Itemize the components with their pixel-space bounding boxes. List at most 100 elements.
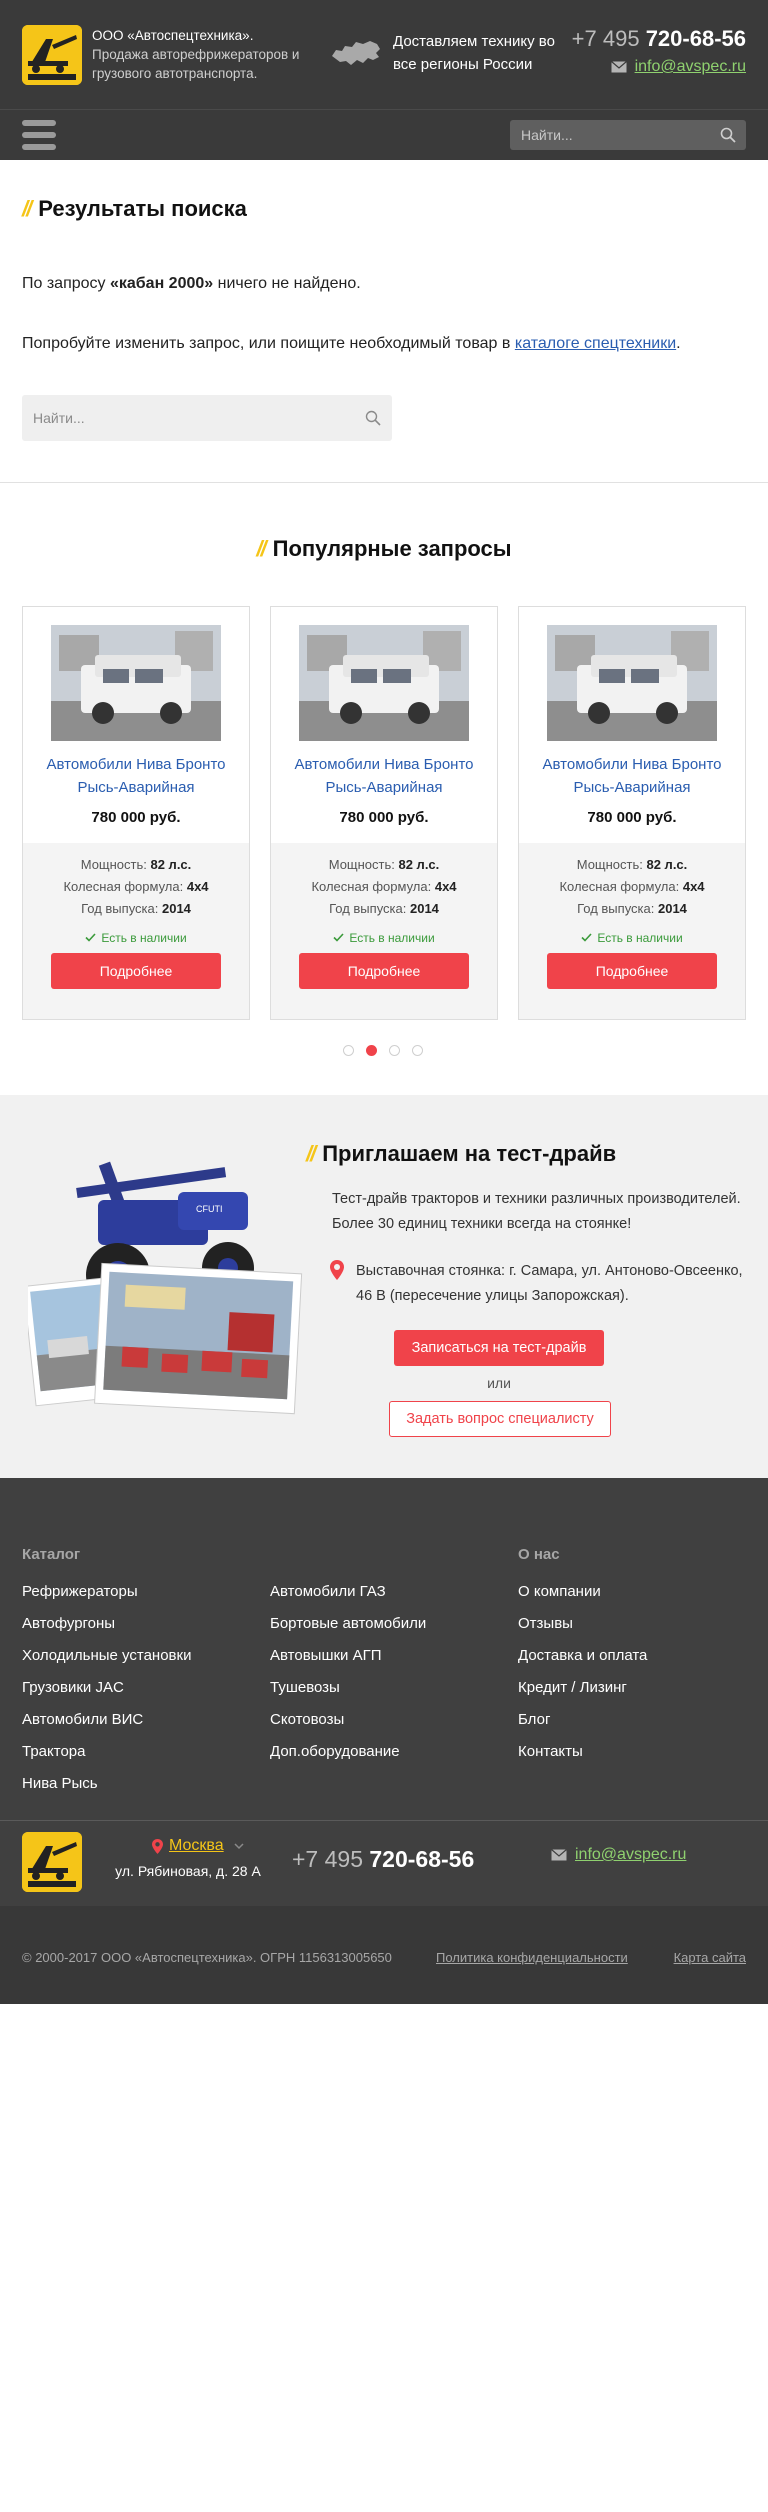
footer-link[interactable]: Отзывы (518, 1614, 647, 1646)
logo-icon[interactable] (22, 1832, 82, 1892)
search-icon[interactable] (365, 410, 381, 426)
ask-specialist-button[interactable]: Задать вопрос специалисту (389, 1401, 611, 1437)
burger-menu-icon[interactable] (22, 120, 56, 150)
phone-number: 720-68-56 (645, 26, 746, 51)
footer-about-col: О нас О компании Отзывы Доставка и оплата К… (518, 1546, 647, 1774)
footer-link[interactable]: Грузовики JAC (22, 1678, 191, 1710)
svg-text:CFUTI: CFUTI (196, 1204, 223, 1214)
delivery-text: Доставляем технику во все регионы России (393, 33, 555, 73)
sitemap-link[interactable]: Карта сайта (674, 1950, 746, 1965)
not-found-prefix: По запросу (22, 275, 110, 292)
city-selector[interactable]: Москва (152, 1837, 244, 1855)
header-search-input[interactable] (510, 120, 746, 150)
spec-year: Год выпуска: 2014 (271, 901, 497, 916)
footer-link[interactable]: Доп.оборудование (270, 1742, 426, 1774)
carousel-dot[interactable] (389, 1045, 400, 1056)
mail-icon (610, 61, 627, 73)
spec-year-label: Год выпуска: (329, 901, 410, 916)
product-title-link[interactable]: Автомобили Нива Бронто Рысь-Аварийная (33, 753, 239, 799)
footer-link[interactable]: Холодильные установки (22, 1646, 191, 1678)
spec-wheels-label: Колесная формула: (559, 879, 683, 894)
in-stock-status: Есть в наличии (519, 931, 745, 945)
chevron-down-icon[interactable] (234, 1842, 244, 1850)
company-description: Продажа авторефрижераторов и грузового а… (92, 47, 300, 81)
header-email-link[interactable]: info@avspec.ru (635, 58, 746, 76)
privacy-policy-link[interactable]: Политика конфиденциальности (436, 1950, 628, 1965)
footer-link[interactable]: Тушевозы (270, 1678, 426, 1710)
product-price: 780 000 руб. (339, 809, 429, 826)
product-title-link[interactable]: Автомобили Нива Бронто Рысь-Аварийная (529, 753, 735, 799)
site-footer: Каталог Рефрижераторы Автофургоны Холодиль… (0, 1478, 768, 2004)
in-stock-label: Есть в наличии (101, 931, 187, 945)
test-drive-description: Тест-драйв тракторов и техники различных… (332, 1191, 741, 1232)
footer-link[interactable]: Блог (518, 1710, 647, 1742)
footer-link[interactable]: Кредит / Лизинг (518, 1678, 647, 1710)
suggest-suffix: . (676, 335, 681, 352)
in-stock-status: Есть в наличии (271, 931, 497, 945)
footer-catalog-col2: Автомобили ГАЗ Бортовые автомобили Автовыш… (270, 1546, 426, 1774)
spec-power: Мощность: 82 л.с. (23, 857, 249, 872)
not-found-suffix: ничего не найдено. (213, 275, 361, 292)
title-slash-icon: // (306, 1141, 316, 1166)
footer-link[interactable]: Автомобили ГАЗ (270, 1582, 426, 1614)
catalog-link[interactable]: каталоге спецтехники (515, 335, 676, 352)
header-email-row: info@avspec.ru (610, 58, 746, 76)
spec-wheels-value: 4х4 (434, 879, 457, 894)
mail-icon (551, 1849, 567, 1861)
product-specs: Мощность: 82 л.с. Колесная формула: 4х4 Го… (23, 843, 249, 1019)
footer-link[interactable]: О компании (518, 1582, 647, 1614)
spec-power-value: 82 л.с. (150, 857, 192, 872)
product-photo[interactable] (547, 625, 717, 741)
product-price: 780 000 руб. (91, 809, 181, 826)
product-title-link[interactable]: Автомобили Нива Бронто Рысь-Аварийная (281, 753, 487, 799)
test-drive-title: //Приглашаем на тест-драйв (306, 1141, 616, 1167)
footer-link[interactable]: Трактора (22, 1742, 191, 1774)
product-photo[interactable] (51, 625, 221, 741)
location-pin-icon (330, 1260, 344, 1280)
carousel-dot[interactable] (366, 1045, 377, 1056)
city-name[interactable]: Москва (169, 1837, 224, 1855)
details-button[interactable]: Подробнее (299, 953, 469, 989)
search-icon[interactable] (720, 127, 736, 143)
in-stock-status: Есть в наличии (23, 931, 249, 945)
footer-link[interactable]: Нива Рысь (22, 1774, 191, 1806)
footer-link[interactable]: Автофургоны (22, 1614, 191, 1646)
phone-code: +7 495 (292, 1846, 363, 1872)
main-search-input[interactable] (22, 395, 392, 441)
footer-link[interactable]: Скотовозы (270, 1710, 426, 1742)
product-photo[interactable] (299, 625, 469, 741)
footer-link[interactable]: Бортовые автомобили (270, 1614, 426, 1646)
carousel-dot[interactable] (343, 1045, 354, 1056)
footer-about-title: О нас (518, 1546, 560, 1563)
footer-link[interactable]: Контакты (518, 1742, 647, 1774)
footer-link[interactable]: Рефрижераторы (22, 1582, 191, 1614)
product-card[interactable]: Автомобили Нива Бронто Рысь-Аварийная 780… (22, 606, 250, 1020)
spec-power-value: 82 л.с. (398, 857, 440, 872)
spec-power-label: Мощность: (328, 857, 399, 872)
footer-link[interactable]: Доставка и оплата (518, 1646, 647, 1678)
product-card[interactable]: Автомобили Нива Бронто Рысь-Аварийная 780… (518, 606, 746, 1020)
product-specs: Мощность: 82 л.с. Колесная формула: 4х4 Го… (271, 843, 497, 1019)
footer-email-link[interactable]: info@avspec.ru (575, 1846, 686, 1864)
header-phone[interactable]: +7 495 720-68-56 (572, 26, 746, 52)
footer-phone[interactable]: +7 495 720-68-56 (292, 1846, 474, 1873)
product-card[interactable]: Автомобили Нива Бронто Рысь-Аварийная 780… (270, 606, 498, 1020)
carousel-dot[interactable] (412, 1045, 423, 1056)
main-search (22, 395, 392, 441)
test-drive-address: Выставочная стоянка: г. Самара, ул. Анто… (356, 1263, 743, 1304)
footer-divider (0, 1820, 768, 1821)
footer-link[interactable]: Автовышки АГП (270, 1646, 426, 1678)
details-button[interactable]: Подробнее (547, 953, 717, 989)
details-button[interactable]: Подробнее (51, 953, 221, 989)
signup-test-drive-button[interactable]: Записаться на тест-драйв (394, 1330, 604, 1366)
title-slash-icon: // (256, 536, 266, 561)
popular-title: //Популярные запросы (0, 536, 768, 562)
footer-link[interactable]: Автомобили ВИС (22, 1710, 191, 1742)
logo-icon[interactable] (22, 25, 82, 85)
footer-bottom-bar: © 2000-2017 ООО «Автоспецтехника». ОГРН … (0, 1906, 768, 2004)
spec-power-value: 82 л.с. (646, 857, 688, 872)
footer-catalog-col1: Каталог Рефрижераторы Автофургоны Холодиль… (22, 1546, 191, 1806)
page-title: //Результаты поиска (22, 196, 247, 222)
footer-catalog-title: Каталог (22, 1546, 81, 1563)
not-found-message: По запросу «кабан 2000» ничего не найден… (22, 275, 361, 293)
